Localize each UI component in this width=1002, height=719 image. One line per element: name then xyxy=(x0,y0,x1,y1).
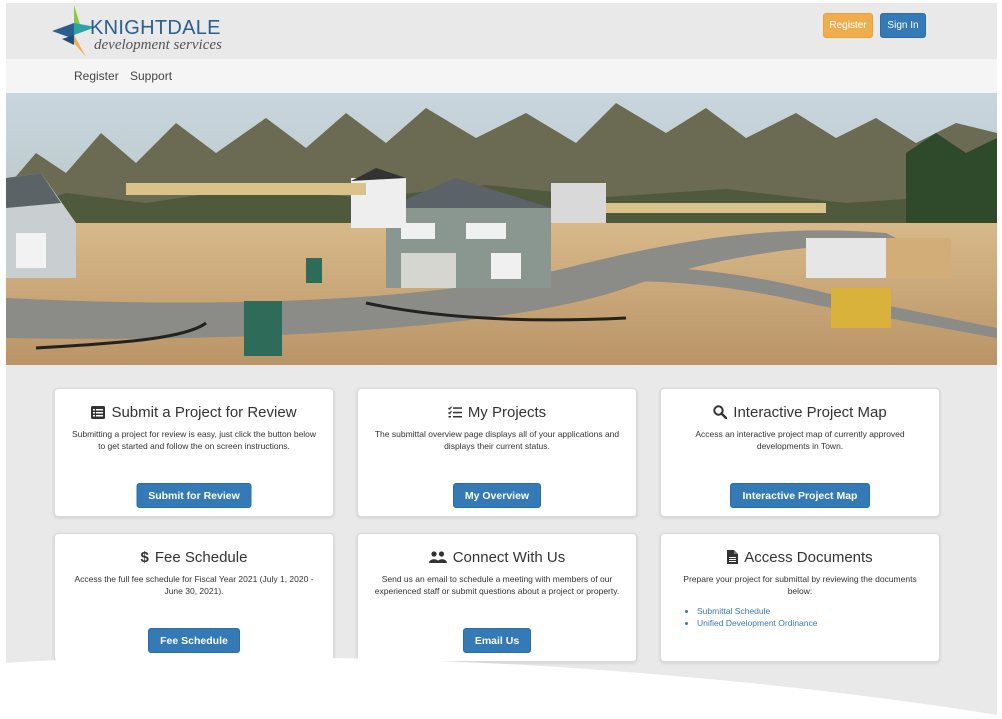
hero-image xyxy=(6,93,997,365)
list-icon xyxy=(91,405,106,419)
logo-tagline: development services xyxy=(94,37,222,53)
fee-schedule-button[interactable]: Fee Schedule xyxy=(148,628,240,653)
card-description: Access the full fee schedule for Fiscal … xyxy=(74,574,314,596)
card-description: The submittal overview page displays all… xyxy=(374,429,620,451)
interactive-project-map-button[interactable]: Interactive Project Map xyxy=(730,483,870,508)
unified-development-ordinance-link[interactable]: Unified Development Ordinance xyxy=(697,618,817,628)
documents-list: Submittal Schedule Unified Development O… xyxy=(697,605,939,629)
submittal-schedule-link[interactable]: Submittal Schedule xyxy=(697,606,770,616)
card-documents: Access Documents Prepare your project fo… xyxy=(660,533,940,662)
card-title: Submit a Project for Review xyxy=(111,403,297,421)
list-item: Unified Development Ordinance xyxy=(697,617,939,629)
submit-for-review-button[interactable]: Submit for Review xyxy=(136,483,252,508)
nav-item-register[interactable]: Register xyxy=(74,69,119,83)
card-project-map: Interactive Project Map Access an intera… xyxy=(660,388,940,517)
main-nav: Register Support xyxy=(6,59,997,93)
card-description: Prepare your project for submittal by re… xyxy=(683,574,917,596)
card-my-projects: My Projects The submittal overview page … xyxy=(357,388,637,517)
list-item: Submittal Schedule xyxy=(697,605,939,617)
card-description: Send us an email to schedule a meeting w… xyxy=(374,574,620,596)
users-icon xyxy=(428,551,447,563)
card-fee-schedule: $ Fee Schedule Access the full fee sched… xyxy=(54,533,334,662)
tasks-icon xyxy=(447,405,462,417)
file-icon xyxy=(727,550,739,564)
search-icon xyxy=(713,405,728,419)
email-us-button[interactable]: Email Us xyxy=(463,628,531,653)
site-header: KNIGHTDALE development services Register… xyxy=(6,3,997,59)
card-title: Connect With Us xyxy=(452,548,566,566)
nav-item-support[interactable]: Support xyxy=(130,69,172,83)
site-logo[interactable]: KNIGHTDALE development services xyxy=(52,5,252,57)
my-overview-button[interactable]: My Overview xyxy=(453,483,541,508)
card-submit-project: Submit a Project for Review Submitting a… xyxy=(54,388,334,517)
page-frame: KNIGHTDALE development services Register… xyxy=(6,3,997,719)
card-description: Access an interactive project map of cur… xyxy=(695,429,905,451)
card-title: My Projects xyxy=(467,403,547,421)
register-button[interactable]: Register xyxy=(823,13,873,38)
dollar-icon: $ xyxy=(140,548,149,566)
card-title: Access Documents xyxy=(744,548,873,566)
card-connect: Connect With Us Send us an email to sche… xyxy=(357,533,637,662)
card-title: Interactive Project Map xyxy=(733,403,887,421)
sign-in-button[interactable]: Sign In xyxy=(880,13,926,38)
card-title: Fee Schedule xyxy=(154,548,248,566)
card-description: Submitting a project for review is easy,… xyxy=(71,429,317,451)
